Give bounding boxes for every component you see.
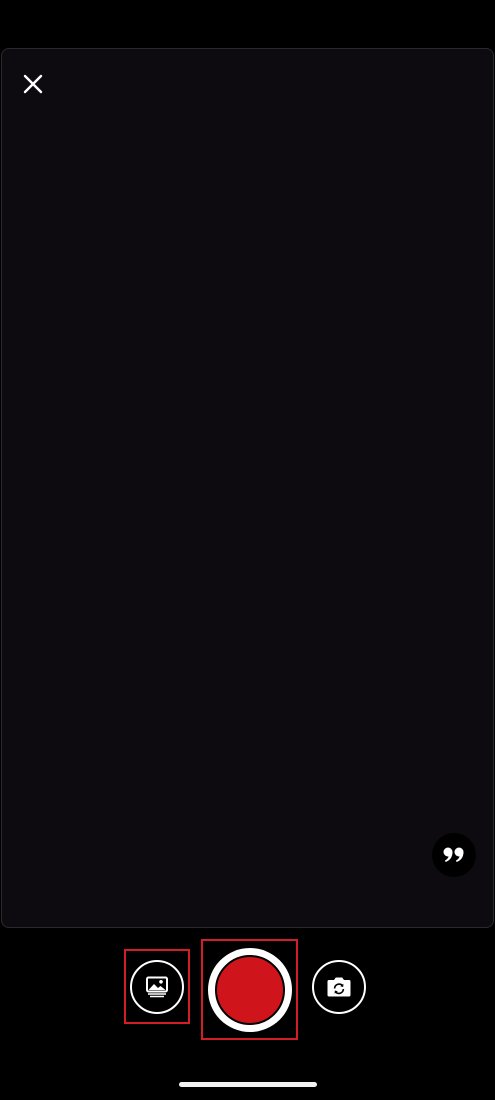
record-button[interactable] <box>207 947 292 1032</box>
camera-screen <box>0 0 495 1100</box>
gallery-button[interactable] <box>130 959 184 1014</box>
camera-controls <box>0 938 495 1042</box>
camera-flip-button[interactable] <box>312 960 366 1014</box>
home-indicator <box>179 1082 317 1087</box>
camera-viewfinder <box>1 48 494 928</box>
record-button-highlight <box>201 939 298 1040</box>
gallery-button-highlight <box>124 949 190 1024</box>
quote-button[interactable] <box>432 833 476 877</box>
record-indicator <box>214 954 285 1025</box>
camera-flip-icon <box>327 977 351 997</box>
quote-icon <box>443 847 464 862</box>
gallery-icon <box>146 976 168 997</box>
close-button[interactable] <box>16 67 50 101</box>
close-icon <box>23 74 43 94</box>
